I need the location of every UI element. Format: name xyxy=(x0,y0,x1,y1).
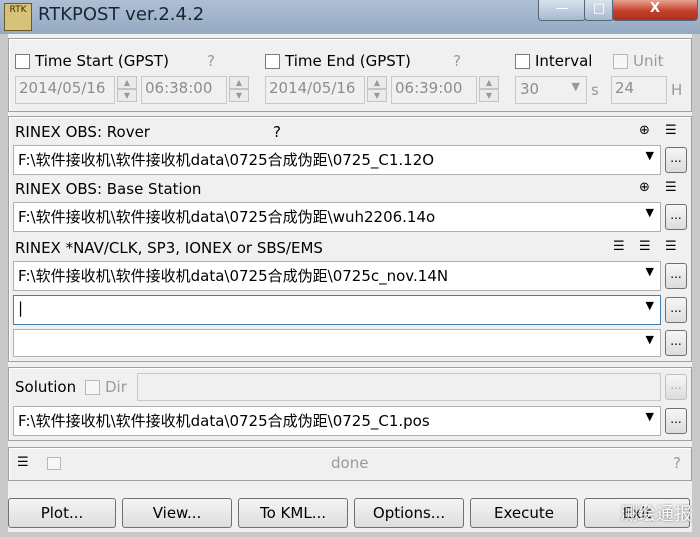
status-message: done xyxy=(331,454,369,472)
base-path: F:\软件接收机\软件接收机data\0725合成伪距\wuh2206.14o xyxy=(18,208,436,226)
start-time-field[interactable]: 06:38:00 xyxy=(141,76,227,104)
nav2-browse-button[interactable]: ... xyxy=(665,297,687,323)
globe-icon[interactable]: ⊕ xyxy=(639,180,650,195)
base-label: RINEX OBS: Base Station xyxy=(15,180,202,198)
list-icon[interactable]: ☰ xyxy=(665,180,677,195)
dropdown-arrow-icon: ▼ xyxy=(645,333,654,346)
client-area: Time Start (GPST) ? 2014/05/16 ▲ ▼ 06:38:… xyxy=(8,34,692,532)
interval-value: 30 xyxy=(520,80,540,98)
list-icon[interactable]: ☰ xyxy=(665,123,677,138)
plot-button[interactable]: Plot... xyxy=(8,498,116,528)
end-date-field[interactable]: 2014/05/16 xyxy=(265,76,365,104)
start-date-spinner[interactable]: ▲ ▼ xyxy=(117,76,137,102)
dropdown-arrow-icon: ▼ xyxy=(645,265,654,278)
unit-label: Unit xyxy=(633,52,664,70)
end-date-spinner[interactable]: ▲ ▼ xyxy=(367,76,387,102)
time-end-label: Time End (GPST) xyxy=(285,52,411,70)
time-end-help[interactable]: ? xyxy=(453,52,461,70)
rover-path: F:\软件接收机\软件接收机data\0725合成伪距\0725_C1.12O xyxy=(18,151,435,169)
dropdown-arrow-icon: ▼ xyxy=(645,410,654,423)
start-date-field[interactable]: 2014/05/16 xyxy=(15,76,115,104)
solution-panel: Solution Dir ... F:\软件接收机\软件接收机data\0725… xyxy=(8,367,692,441)
watermark-text: 测绘通报 xyxy=(620,504,692,525)
end-time-field[interactable]: 06:39:00 xyxy=(391,76,477,104)
time-panel: Time Start (GPST) ? 2014/05/16 ▲ ▼ 06:38:… xyxy=(8,38,692,112)
rover-browse-button[interactable]: ... xyxy=(665,147,687,173)
spin-up-icon[interactable]: ▲ xyxy=(117,76,137,89)
dropdown-arrow-icon: ▼ xyxy=(571,80,580,93)
view-button[interactable]: View... xyxy=(122,498,232,528)
nav-path2-select[interactable]: | ▼ xyxy=(13,295,661,325)
output-path: F:\软件接收机\软件接收机data\0725合成伪距\0725_C1.pos xyxy=(18,412,430,430)
list-icon[interactable]: ☰ xyxy=(613,239,625,254)
interval-label: Interval xyxy=(535,52,593,70)
end-time-spinner[interactable]: ▲ ▼ xyxy=(479,76,499,102)
input-files-panel: RINEX OBS: Rover ? ⊕ ☰ F:\软件接收机\软件接收机dat… xyxy=(8,116,692,362)
dir-browse-button[interactable]: ... xyxy=(665,374,687,400)
status-box-icon xyxy=(47,457,61,470)
minimize-button[interactable]: — xyxy=(538,0,586,21)
to-kml-button[interactable]: To KML... xyxy=(238,498,348,528)
time-end-checkbox[interactable] xyxy=(265,54,280,69)
base-browse-button[interactable]: ... xyxy=(665,204,687,230)
spin-up-icon[interactable]: ▲ xyxy=(479,76,499,89)
status-help[interactable]: ? xyxy=(673,454,681,472)
window-title: RTKPOST ver.2.4.2 xyxy=(38,4,205,25)
nav-browse-button[interactable]: ... xyxy=(665,263,687,289)
spin-up-icon[interactable]: ▲ xyxy=(229,76,249,89)
time-start-label: Time Start (GPST) xyxy=(35,52,169,70)
status-panel: ☰ done ? xyxy=(8,447,692,481)
nav-path: F:\软件接收机\软件接收机data\0725合成伪距\0725c_nov.14… xyxy=(18,267,449,285)
list-icon[interactable]: ☰ xyxy=(17,455,29,470)
options-button[interactable]: Options... xyxy=(354,498,464,528)
unit-field[interactable]: 24 xyxy=(611,76,667,104)
nav-path2: | xyxy=(18,299,24,317)
time-start-checkbox[interactable] xyxy=(15,54,30,69)
nav-path-select[interactable]: F:\软件接收机\软件接收机data\0725合成伪距\0725c_nov.14… xyxy=(13,261,661,291)
dir-field[interactable] xyxy=(137,373,661,401)
spin-down-icon[interactable]: ▼ xyxy=(367,89,387,102)
unit-checkbox[interactable] xyxy=(613,54,628,69)
interval-checkbox[interactable] xyxy=(515,54,530,69)
maximize-button[interactable]: □ xyxy=(584,0,614,21)
nav-path3-select[interactable]: ▼ xyxy=(13,329,661,357)
output-browse-button[interactable]: ... xyxy=(665,408,687,434)
close-button[interactable]: X xyxy=(612,0,698,21)
execute-button[interactable]: Execute xyxy=(470,498,578,528)
list-icon[interactable]: ☰ xyxy=(665,239,677,254)
spin-up-icon[interactable]: ▲ xyxy=(367,76,387,89)
spin-down-icon[interactable]: ▼ xyxy=(479,89,499,102)
rover-help[interactable]: ? xyxy=(273,123,281,141)
title-bar: RTK RTKPOST ver.2.4.2 — □ X xyxy=(0,0,700,34)
dir-checkbox[interactable] xyxy=(85,380,100,395)
dropdown-arrow-icon: ▼ xyxy=(645,206,654,219)
spin-down-icon[interactable]: ▼ xyxy=(229,89,249,102)
dir-label: Dir xyxy=(105,378,127,396)
output-path-select[interactable]: F:\软件接收机\软件接收机data\0725合成伪距\0725_C1.pos … xyxy=(13,406,661,436)
dropdown-arrow-icon: ▼ xyxy=(645,149,654,162)
app-icon: RTK xyxy=(4,3,32,31)
nav3-browse-button[interactable]: ... xyxy=(665,330,687,356)
nav-label: RINEX *NAV/CLK, SP3, IONEX or SBS/EMS xyxy=(15,239,323,257)
rover-label: RINEX OBS: Rover xyxy=(15,123,150,141)
dropdown-arrow-icon: ▼ xyxy=(645,299,654,312)
base-path-select[interactable]: F:\软件接收机\软件接收机data\0725合成伪距\wuh2206.14o … xyxy=(13,202,661,232)
rover-path-select[interactable]: F:\软件接收机\软件接收机data\0725合成伪距\0725_C1.12O … xyxy=(13,145,661,175)
spin-down-icon[interactable]: ▼ xyxy=(117,89,137,102)
time-start-help[interactable]: ? xyxy=(207,52,215,70)
interval-unit: s xyxy=(591,81,599,99)
globe-icon[interactable]: ⊕ xyxy=(639,123,650,138)
unit-suffix: H xyxy=(671,81,683,99)
solution-label: Solution xyxy=(15,378,77,396)
start-time-spinner[interactable]: ▲ ▼ xyxy=(229,76,249,102)
interval-select[interactable]: 30 ▼ xyxy=(515,76,587,104)
list-icon[interactable]: ☰ xyxy=(639,239,651,254)
